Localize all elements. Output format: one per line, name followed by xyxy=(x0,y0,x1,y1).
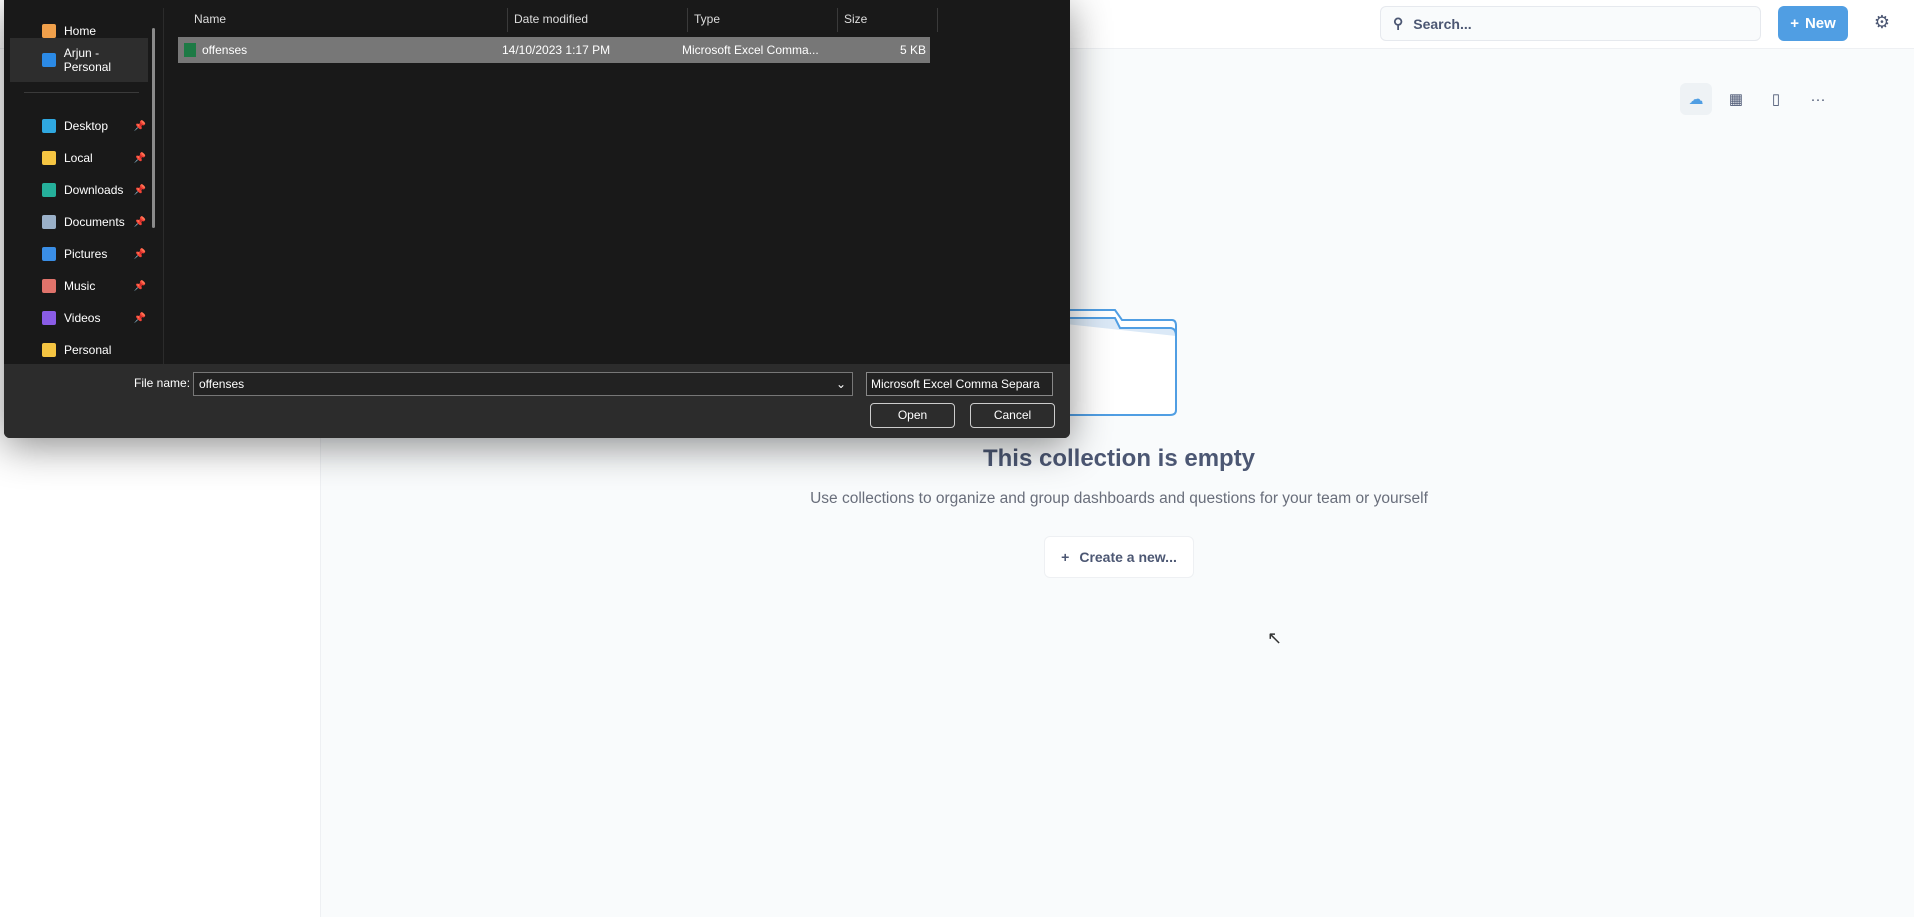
cloud-upload-icon[interactable]: ☁ xyxy=(1680,83,1712,115)
file-open-dialog: Home Arjun - Personal Desktop 📌 Local 📌 Downlo… xyxy=(4,0,1070,438)
excel-file-icon xyxy=(184,43,196,57)
empty-subtitle: Use collections to organize and group da… xyxy=(810,490,1428,507)
search-input[interactable]: ⚲ Search... xyxy=(1380,6,1761,41)
more-icon[interactable]: ··· xyxy=(1802,83,1834,115)
nav-item[interactable]: Documents 📌 xyxy=(10,207,148,237)
documents-icon xyxy=(42,215,56,229)
nav-scrollbar[interactable] xyxy=(152,28,155,228)
create-new-button[interactable]: + Create a new... xyxy=(1044,536,1194,578)
file-name-input[interactable]: offenses ⌄ xyxy=(193,372,853,396)
nav-item[interactable]: Videos 📌 xyxy=(10,303,148,333)
empty-title: This collection is empty xyxy=(982,445,1256,472)
nav-item[interactable]: Local 📌 xyxy=(10,143,148,173)
videos-icon xyxy=(42,311,56,325)
folder-icon xyxy=(42,343,56,357)
nav-item[interactable]: Music 📌 xyxy=(10,271,148,301)
pin-icon: 📌 xyxy=(133,120,146,132)
file-row[interactable]: offenses 14/10/2023 1:17 PM Microsoft Ex… xyxy=(178,37,930,63)
gear-icon[interactable]: ⚙ xyxy=(1870,12,1894,36)
dialog-nav-pane: Home Arjun - Personal Desktop 📌 Local 📌 Downlo… xyxy=(4,8,164,364)
divider xyxy=(24,92,139,93)
desktop-icon xyxy=(42,119,56,133)
pin-icon: 📌 xyxy=(133,248,146,260)
mouse-cursor-icon: ↖ xyxy=(1267,628,1283,648)
nav-item[interactable]: Arjun - Personal xyxy=(10,38,148,82)
download-icon xyxy=(42,183,56,197)
open-button[interactable]: Open xyxy=(870,403,955,428)
new-button[interactable]: + New xyxy=(1778,6,1848,41)
chevron-down-icon[interactable]: ⌄ xyxy=(836,373,846,395)
nav-item[interactable]: Desktop 📌 xyxy=(10,111,148,141)
nav-item[interactable]: Personal xyxy=(10,335,148,365)
pin-icon: 📌 xyxy=(133,184,146,196)
dialog-footer: File name: offenses ⌄ Microsoft Excel Com… xyxy=(4,364,1070,438)
bookmark-icon[interactable]: ▯ xyxy=(1760,83,1792,115)
column-name[interactable]: Name xyxy=(188,8,508,32)
cancel-button[interactable]: Cancel xyxy=(970,403,1055,428)
nav-item[interactable]: Pictures 📌 xyxy=(10,239,148,269)
music-icon xyxy=(42,279,56,293)
nav-item[interactable]: Downloads 📌 xyxy=(10,175,148,205)
search-icon: ⚲ xyxy=(1393,15,1404,31)
column-type[interactable]: Type xyxy=(688,8,838,32)
plus-icon: + xyxy=(1790,15,1799,32)
file-type-select[interactable]: Microsoft Excel Comma Separa xyxy=(866,372,1053,396)
calendar-icon[interactable]: ▦ xyxy=(1720,83,1752,115)
pin-icon: 📌 xyxy=(133,152,146,164)
pin-icon: 📌 xyxy=(133,312,146,324)
column-size[interactable]: Size xyxy=(838,8,938,32)
pictures-icon xyxy=(42,247,56,261)
column-date-modified[interactable]: Date modified xyxy=(508,8,688,32)
pin-icon: 📌 xyxy=(133,280,146,292)
onedrive-icon xyxy=(42,53,56,67)
plus-icon: + xyxy=(1061,549,1070,565)
pin-icon: 📌 xyxy=(133,216,146,228)
folder-icon xyxy=(42,151,56,165)
home-icon xyxy=(42,24,56,38)
